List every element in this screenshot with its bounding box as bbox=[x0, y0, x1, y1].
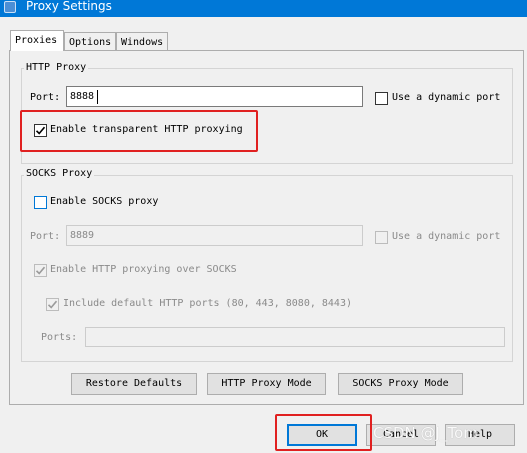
socks-ports-input[interactable] bbox=[85, 327, 505, 347]
text-caret bbox=[97, 90, 98, 104]
http-dynamic-port-label: Use a dynamic port bbox=[392, 92, 501, 103]
socks-port-value: 8889 bbox=[70, 230, 95, 241]
socks-port-label: Port: bbox=[30, 231, 61, 242]
window-title: Proxy Settings bbox=[26, 0, 112, 13]
restore-defaults-button[interactable]: Restore Defaults bbox=[71, 373, 197, 395]
http-port-value: 8888 bbox=[70, 91, 95, 102]
http-dynamic-port-checkbox[interactable] bbox=[375, 92, 388, 105]
title-bar[interactable]: Proxy Settings bbox=[0, 0, 527, 17]
socks-dynamic-port-checkbox[interactable] bbox=[375, 231, 388, 244]
include-default-ports-checkbox[interactable] bbox=[46, 298, 59, 311]
socks-proxy-mode-button[interactable]: SOCKS Proxy Mode bbox=[338, 373, 463, 395]
checkmark-icon bbox=[47, 300, 58, 309]
tab-windows[interactable]: Windows bbox=[116, 32, 168, 51]
tab-proxies[interactable]: Proxies bbox=[10, 30, 64, 51]
annotation-highlight-ok bbox=[275, 414, 372, 451]
http-port-input[interactable]: 8888 bbox=[66, 86, 363, 107]
http-port-label: Port: bbox=[30, 92, 61, 103]
watermark-text: CSDN @J_Tom bbox=[373, 424, 478, 442]
enable-socks-checkbox[interactable] bbox=[34, 196, 47, 209]
proxies-tab-panel: HTTP Proxy Port: 8888 Use a dynamic port… bbox=[9, 50, 524, 405]
app-icon bbox=[4, 1, 16, 13]
socks-proxy-group-title: SOCKS Proxy bbox=[24, 168, 95, 179]
annotation-highlight-transparent bbox=[20, 110, 258, 152]
checkmark-icon bbox=[35, 266, 46, 275]
http-proxy-mode-button[interactable]: HTTP Proxy Mode bbox=[207, 373, 326, 395]
tab-options[interactable]: Options bbox=[64, 32, 116, 51]
socks-dynamic-port-label: Use a dynamic port bbox=[392, 231, 501, 242]
http-proxy-group-title: HTTP Proxy bbox=[24, 62, 89, 73]
include-default-ports-label: Include default HTTP ports (80, 443, 808… bbox=[63, 298, 352, 309]
http-over-socks-label: Enable HTTP proxying over SOCKS bbox=[50, 264, 237, 275]
http-over-socks-checkbox[interactable] bbox=[34, 264, 47, 277]
socks-ports-label: Ports: bbox=[41, 332, 78, 343]
enable-socks-label: Enable SOCKS proxy bbox=[50, 196, 159, 207]
socks-port-input[interactable]: 8889 bbox=[66, 225, 363, 246]
